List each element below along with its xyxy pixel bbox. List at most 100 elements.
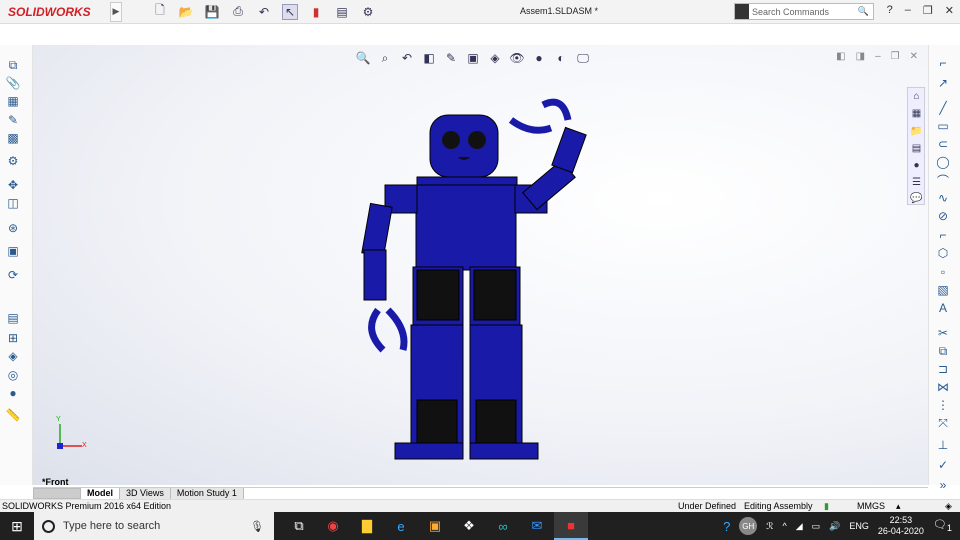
display-style-icon[interactable]: ◈ [487, 50, 503, 66]
viewport-close-icon[interactable]: ✕ [910, 51, 918, 62]
select-icon[interactable]: ↖ [282, 3, 298, 20]
previous-view-icon[interactable]: ↶ [399, 50, 415, 66]
search-icon[interactable]: 🔍 [858, 6, 869, 17]
trim-icon[interactable]: ✂ [935, 325, 951, 341]
appearances-icon[interactable]: ● [909, 158, 924, 173]
sketch-icon[interactable]: ⌐ [935, 55, 951, 71]
reference-geometry-icon[interactable]: ▣ [5, 243, 21, 259]
tile-left-icon[interactable]: ◧ [836, 51, 845, 62]
display-relations-icon[interactable]: ⊥ [935, 437, 951, 453]
options-icon[interactable]: ⚙ [360, 4, 376, 20]
new-icon[interactable]: 🗋 [152, 3, 168, 20]
ellipse-icon[interactable]: ⊘ [935, 208, 951, 224]
tab-scroll-buttons[interactable] [33, 488, 81, 499]
mail-icon[interactable]: ✉ [520, 512, 554, 540]
expand-toolbar-icon[interactable]: » [935, 477, 951, 493]
restore-button[interactable]: ❐ [923, 4, 933, 17]
edge-icon[interactable]: e [384, 512, 418, 540]
bill-of-materials-icon[interactable]: ▤ [5, 310, 21, 326]
undo-icon[interactable]: ↶ [256, 4, 272, 20]
search-menu-icon[interactable] [735, 4, 749, 19]
help-button[interactable]: ? [887, 4, 893, 17]
move-entities-icon[interactable]: ⤧ [935, 415, 951, 431]
line-icon[interactable]: ╱ [935, 100, 951, 116]
view-settings-icon[interactable]: 🖵 [575, 50, 591, 66]
robot-model[interactable] [33, 45, 928, 485]
graphics-area[interactable]: ◧ ◨ – ❐ ✕ [33, 45, 928, 485]
mirror-icon[interactable]: ⋈ [935, 379, 951, 395]
avatar[interactable]: GH [739, 517, 758, 535]
people-icon[interactable]: ℛ [766, 521, 773, 532]
tab-motion-study-1[interactable]: Motion Study 1 [170, 488, 244, 499]
zoom-to-fit-icon[interactable]: 🔍 [355, 50, 371, 66]
store-icon[interactable]: ▣ [418, 512, 452, 540]
viewport-restore-icon[interactable]: ❐ [891, 51, 900, 62]
view-palette-icon[interactable]: ▤ [909, 141, 924, 156]
search-commands[interactable]: Search Commands 🔍 [734, 3, 874, 20]
help-tray-icon[interactable]: ? [723, 519, 730, 534]
solidworks-taskbar-icon[interactable]: ■ [554, 512, 588, 540]
file-explorer-taskbar-icon[interactable]: ▇ [350, 512, 384, 540]
minimize-button[interactable]: – [905, 4, 911, 17]
linear-pattern-icon[interactable]: ⋮ [935, 397, 951, 413]
tab-3d-views[interactable]: 3D Views [120, 488, 171, 499]
wifi-icon[interactable]: ◢ [796, 521, 803, 532]
windows-start-icon[interactable]: ⊞ [0, 512, 34, 540]
instant3d-icon[interactable]: ◈ [5, 348, 21, 364]
close-button[interactable]: ✕ [945, 4, 954, 17]
plane-icon[interactable]: ▧ [935, 282, 951, 298]
clock[interactable]: 22:53 26-04-2020 [878, 515, 924, 537]
component-preview-icon[interactable]: ▦ [5, 93, 21, 109]
print-icon[interactable]: ⎙ [230, 4, 246, 20]
view-orientation-icon[interactable]: ▣ [465, 50, 481, 66]
repair-sketch-icon[interactable]: ✓ [935, 457, 951, 473]
notifications-icon[interactable]: 🗨1 [933, 518, 952, 533]
smart-dimension-icon[interactable]: ↗ [935, 75, 951, 91]
save-icon[interactable]: 💾 [204, 4, 220, 20]
chrome-icon[interactable]: ◉ [316, 512, 350, 540]
edit-appearance-icon[interactable]: ● [531, 50, 547, 66]
arc-icon[interactable]: ⌒ [935, 172, 951, 188]
solidworks-logo[interactable]: SOLIDWORKS [0, 1, 110, 23]
update-icon[interactable]: ◎ [5, 367, 21, 383]
expand-menu-button[interactable]: ▶ [110, 1, 122, 22]
slot-icon[interactable]: ⊂ [935, 136, 951, 152]
microphone-icon[interactable]: 🎙 [250, 520, 264, 533]
file-explorer-icon[interactable]: 📁 [909, 124, 924, 139]
section-view-icon[interactable]: ◧ [421, 50, 437, 66]
pattern-icon[interactable]: ▩ [5, 130, 21, 146]
tile-right-icon[interactable]: ◨ [856, 51, 865, 62]
taskbar-search[interactable]: Type here to search 🎙 [34, 512, 274, 540]
design-library-icon[interactable]: ▦ [909, 106, 924, 121]
assembly-features-icon[interactable]: ⊛ [5, 220, 21, 236]
show-hidden-icon[interactable]: ◫ [5, 195, 21, 211]
language-indicator[interactable]: ENG [849, 521, 869, 531]
custom-properties-icon[interactable]: ☰ [909, 175, 924, 190]
insert-component-icon[interactable]: ⧉ [5, 57, 21, 73]
zoom-to-area-icon[interactable]: ⌕ [377, 50, 393, 66]
dynamic-annotation-icon[interactable]: ✎ [443, 50, 459, 66]
polygon-icon[interactable]: ⬡ [935, 245, 951, 261]
mate-icon[interactable]: 📎 [5, 75, 21, 91]
apply-scene-icon[interactable]: ◐ [553, 50, 569, 66]
point-icon[interactable]: ▫ [935, 264, 951, 280]
smart-fasteners-icon[interactable]: ⚙ [5, 153, 21, 169]
move-component-icon[interactable]: ✥ [5, 177, 21, 193]
simulation-icon[interactable]: ● [5, 385, 21, 401]
offset-icon[interactable]: ⊐ [935, 361, 951, 377]
fillet-icon[interactable]: ⌐ [935, 227, 951, 243]
home-icon[interactable]: ⌂ [909, 89, 924, 104]
forum-icon[interactable]: 💬 [909, 191, 924, 206]
volume-icon[interactable]: 🔊 [829, 521, 840, 532]
arduino-icon[interactable]: ∞ [486, 512, 520, 540]
file-properties-icon[interactable]: ▤ [334, 4, 350, 20]
rectangle-icon[interactable]: ▭ [935, 118, 951, 134]
show-hidden-icons[interactable]: ^ [782, 521, 786, 531]
circle-icon[interactable]: ◯ [935, 154, 951, 170]
spline-icon[interactable]: ∿ [935, 190, 951, 206]
text-icon[interactable]: A [935, 300, 951, 316]
edit-component-icon[interactable]: ✎ [5, 112, 21, 128]
task-view-icon[interactable]: ⧉ [282, 512, 316, 540]
convert-entities-icon[interactable]: ⧉ [935, 343, 951, 359]
new-motion-study-icon[interactable]: ⟳ [5, 267, 21, 283]
